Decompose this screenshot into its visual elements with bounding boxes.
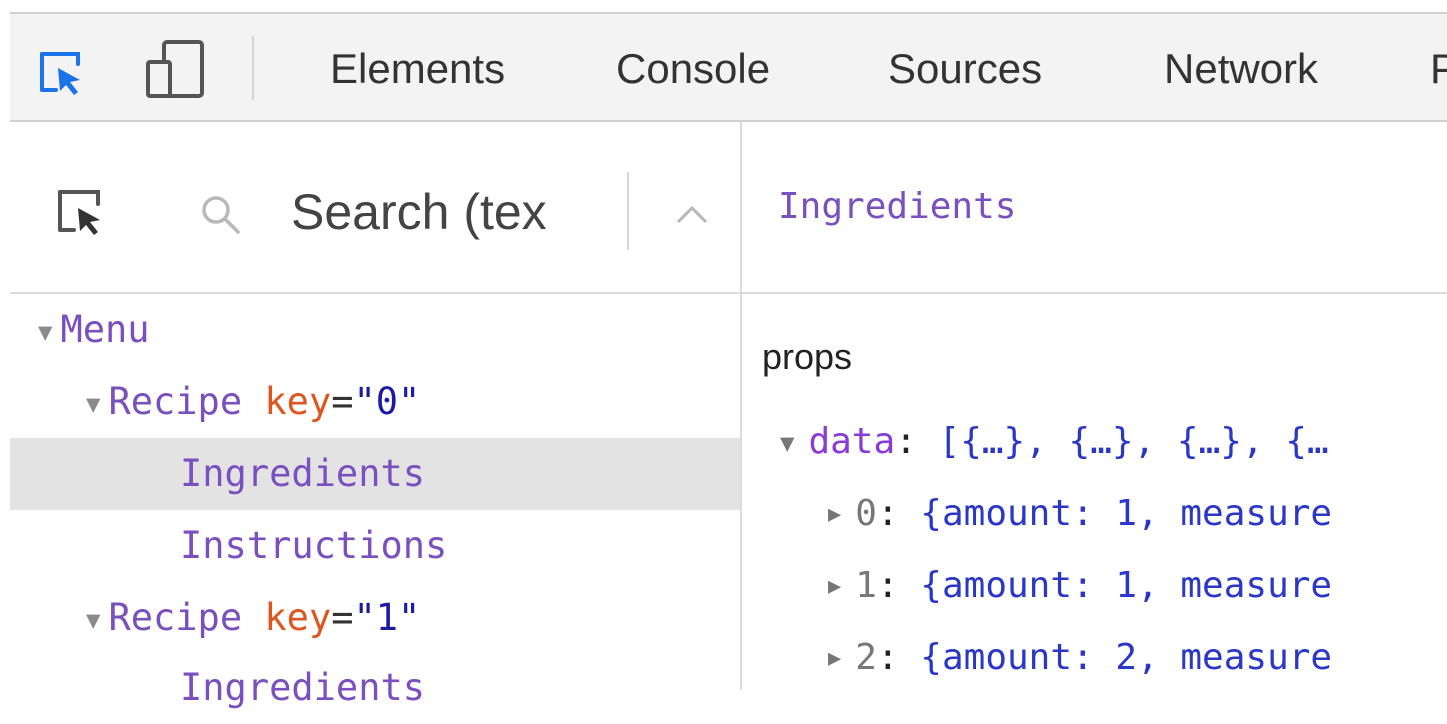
inspect-element-icon[interactable] — [38, 50, 84, 96]
expand-triangle-icon[interactable]: ▼ — [38, 296, 52, 368]
props-section-label: props — [762, 336, 853, 377]
tree-node-recipe-0[interactable]: ▼ Recipe key="0" — [10, 366, 740, 438]
expand-triangle-icon[interactable]: ▼ — [86, 584, 100, 656]
tree-node-attr-value: "1" — [353, 596, 421, 639]
prop-key: data — [808, 421, 896, 462]
component-details-panel: Ingredients props ▼ data: [{…}, {…}, {…},… — [742, 122, 1447, 690]
collapsed-triangle-icon[interactable]: ▶ — [828, 557, 841, 617]
component-search-bar: Search (tex — [10, 122, 740, 294]
tree-node-attr: key — [264, 380, 332, 423]
component-tree-panel: Search (tex ▼ Menu ▼ Recipe key="0" Ingred… — [10, 122, 740, 709]
tab-console[interactable]: Console — [616, 44, 770, 94]
tree-node-label: Ingredients — [180, 452, 426, 495]
tree-node-attr-value: "0" — [353, 380, 421, 423]
expand-triangle-icon[interactable]: ▼ — [86, 368, 100, 440]
prop-index: 0 — [855, 493, 877, 534]
tree-node-ingredients-selected[interactable]: Ingredients — [10, 438, 740, 510]
prop-row-item[interactable]: ▶ 1: {amount: 1, measure — [828, 556, 1332, 617]
tab-network[interactable]: Network — [1164, 44, 1318, 94]
toolbar-divider — [252, 36, 254, 100]
prop-index: 1 — [855, 565, 877, 606]
tree-node-label: Recipe — [108, 596, 243, 639]
devtools-toolbar: Elements Console Sources Network P — [10, 12, 1447, 122]
search-input[interactable]: Search (tex — [291, 182, 596, 242]
tree-node-label: Ingredients — [180, 666, 426, 709]
prop-row-data[interactable]: ▼ data: [{…}, {…}, {…}, {… — [780, 412, 1329, 473]
tree-node-label: Recipe — [108, 380, 243, 423]
tab-elements[interactable]: Elements — [330, 44, 505, 94]
window-top-gap — [0, 0, 1447, 12]
prop-value: {amount: 2, measure — [920, 637, 1333, 678]
tree-node-label: Menu — [60, 308, 150, 351]
select-component-icon[interactable] — [56, 188, 104, 236]
selected-component-title: Ingredients — [778, 186, 1017, 227]
prop-value: {amount: 1, measure — [920, 493, 1333, 534]
collapsed-triangle-icon[interactable]: ▶ — [828, 629, 841, 689]
tree-node-ingredients[interactable]: Ingredients — [10, 652, 740, 724]
prop-value: {amount: 1, measure — [920, 565, 1333, 606]
prop-value: [{…}, {…}, {…}, {… — [938, 421, 1329, 462]
tree-node-attr: key — [264, 596, 332, 639]
search-previous-icon[interactable] — [674, 202, 710, 226]
expand-triangle-icon[interactable]: ▼ — [780, 413, 794, 473]
tree-node-label: Instructions — [180, 524, 448, 567]
prop-row-item[interactable]: ▶ 0: {amount: 1, measure — [828, 484, 1332, 545]
tree-node-menu[interactable]: ▼ Menu — [10, 294, 740, 366]
details-header: Ingredients — [742, 122, 1447, 294]
search-icon — [202, 196, 240, 234]
tab-performance[interactable]: P — [1430, 44, 1447, 94]
search-separator — [627, 172, 629, 250]
tree-node-instructions[interactable]: Instructions — [10, 510, 740, 582]
tab-sources[interactable]: Sources — [888, 44, 1042, 94]
prop-row-item[interactable]: ▶ 2: {amount: 2, measure — [828, 628, 1332, 689]
tree-node-recipe-1[interactable]: ▼ Recipe key="1" — [10, 582, 740, 654]
device-toolbar-icon[interactable] — [142, 36, 208, 102]
collapsed-triangle-icon[interactable]: ▶ — [828, 485, 841, 545]
prop-index: 2 — [855, 637, 877, 678]
